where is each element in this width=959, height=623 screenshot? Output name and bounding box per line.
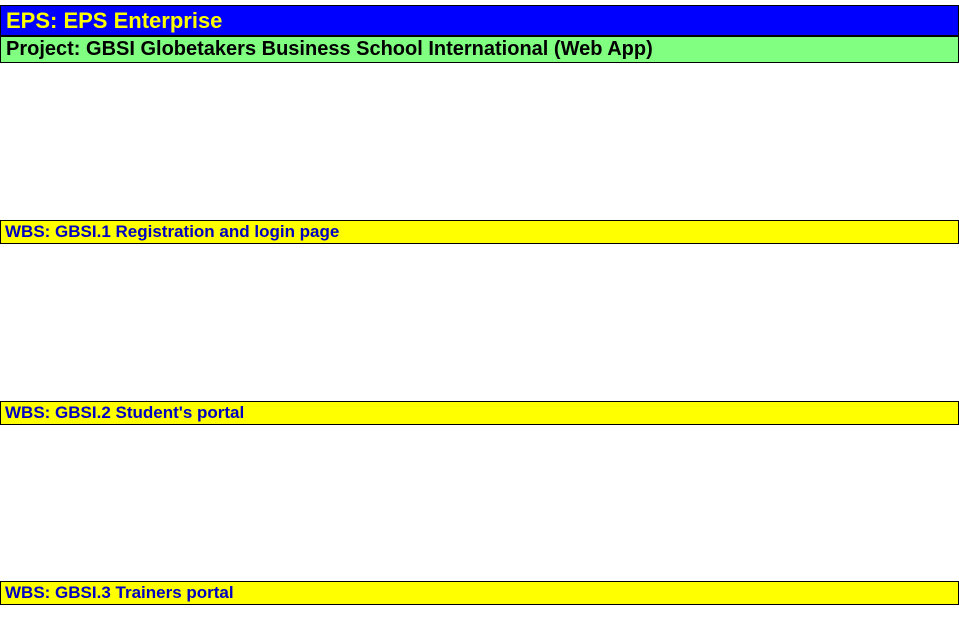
project-header: Project: GBSI Globetakers Business Schoo…	[0, 36, 959, 63]
wbs-row-registration-login: WBS: GBSI.1 Registration and login page	[0, 220, 959, 244]
wbs-row-trainers-portal: WBS: GBSI.3 Trainers portal	[0, 581, 959, 605]
eps-header: EPS: EPS Enterprise	[0, 5, 959, 36]
wbs-row-students-portal: WBS: GBSI.2 Student's portal	[0, 401, 959, 425]
